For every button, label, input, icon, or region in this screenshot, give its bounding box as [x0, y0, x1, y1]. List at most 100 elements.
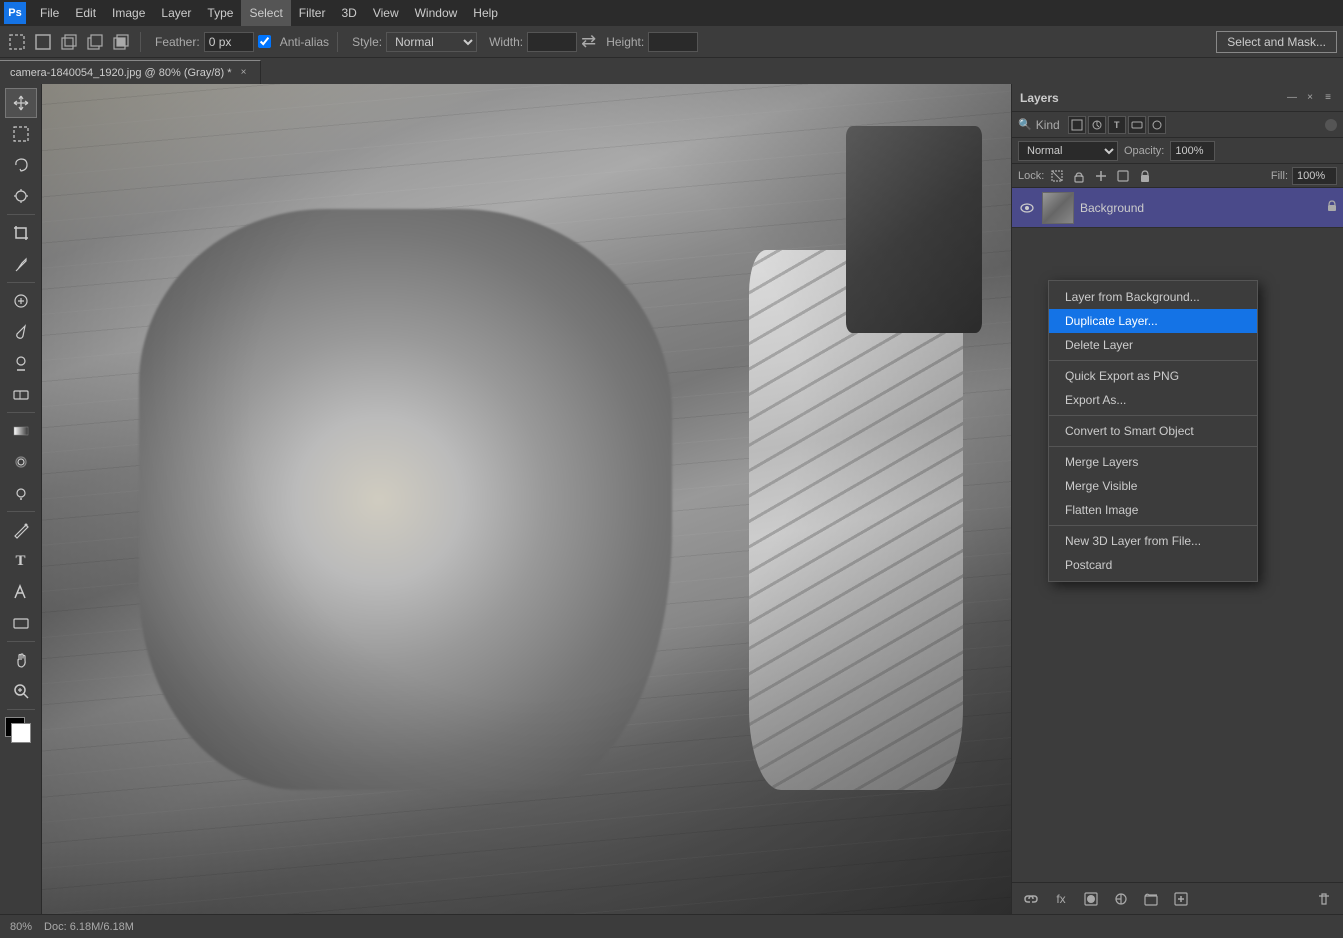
ctx-merge-layers[interactable]: Merge Layers: [1049, 450, 1257, 474]
lock-all-btn[interactable]: [1136, 167, 1154, 185]
layers-panel-title: Layers: [1020, 91, 1059, 105]
marquee-rect-option[interactable]: [32, 31, 54, 53]
menu-edit[interactable]: Edit: [67, 0, 104, 26]
tool-marquee-rect[interactable]: [5, 119, 37, 149]
layers-mode-row: Normal Multiply Screen Overlay Opacity:: [1012, 138, 1343, 164]
ctx-new-3d-layer[interactable]: New 3D Layer from File...: [1049, 529, 1257, 553]
opacity-label: Opacity:: [1124, 145, 1164, 157]
tool-gradient[interactable]: [5, 416, 37, 446]
layer-lock-icon: [1327, 200, 1337, 215]
tool-brush[interactable]: [5, 317, 37, 347]
select-and-mask-button[interactable]: Select and Mask...: [1216, 31, 1337, 53]
ctx-export-as[interactable]: Export As...: [1049, 388, 1257, 412]
menu-image[interactable]: Image: [104, 0, 153, 26]
blend-mode-select[interactable]: Normal Multiply Screen Overlay: [1018, 141, 1118, 161]
filter-pixel-btn[interactable]: [1068, 116, 1086, 134]
height-input[interactable]: [648, 32, 698, 52]
tool-spot-heal[interactable]: [5, 286, 37, 316]
menu-select[interactable]: Select: [241, 0, 290, 26]
layer-visibility-toggle[interactable]: [1018, 199, 1036, 217]
filter-type-btn[interactable]: T: [1108, 116, 1126, 134]
marquee-intersect-option[interactable]: [110, 31, 132, 53]
height-label: Height:: [606, 35, 644, 49]
ctx-quick-export[interactable]: Quick Export as PNG: [1049, 364, 1257, 388]
layer-effects-btn[interactable]: fx: [1050, 888, 1072, 910]
menu-view[interactable]: View: [365, 0, 407, 26]
marquee-subtract-option[interactable]: [84, 31, 106, 53]
layer-new-btn[interactable]: [1170, 888, 1192, 910]
tool-sep-2: [7, 282, 35, 283]
panel-menu-btn[interactable]: ≡: [1321, 91, 1335, 105]
layer-adjustment-btn[interactable]: [1110, 888, 1132, 910]
tool-dodge[interactable]: [5, 478, 37, 508]
marquee-add-option[interactable]: [58, 31, 80, 53]
canvas-image: [42, 84, 1011, 914]
layer-delete-btn[interactable]: [1313, 888, 1335, 910]
tool-move[interactable]: [5, 88, 37, 118]
menu-layer[interactable]: Layer: [153, 0, 199, 26]
tool-eraser[interactable]: [5, 379, 37, 409]
tool-blur[interactable]: [5, 447, 37, 477]
tool-magic-wand[interactable]: [5, 181, 37, 211]
layer-mask-btn[interactable]: [1080, 888, 1102, 910]
tool-path-select[interactable]: [5, 577, 37, 607]
lock-image-btn[interactable]: [1070, 167, 1088, 185]
layer-name: Background: [1080, 201, 1321, 215]
layer-thumbnail: [1042, 192, 1074, 224]
lock-transparent-btn[interactable]: [1048, 167, 1066, 185]
color-swatches[interactable]: [5, 717, 37, 745]
layer-item-background[interactable]: Background: [1012, 188, 1343, 228]
layers-lock-row: Lock: Fill:: [1012, 164, 1343, 188]
ctx-convert-smart-object[interactable]: Convert to Smart Object: [1049, 419, 1257, 443]
tool-type[interactable]: T: [5, 546, 37, 576]
swap-dimensions-icon[interactable]: ⇄: [581, 31, 596, 52]
ctx-flatten-image[interactable]: Flatten Image: [1049, 498, 1257, 522]
menu-3d[interactable]: 3D: [333, 0, 364, 26]
layer-link-btn[interactable]: [1020, 888, 1042, 910]
tool-sep-5: [7, 641, 35, 642]
ctx-postcard[interactable]: Postcard: [1049, 553, 1257, 577]
ctx-delete-layer[interactable]: Delete Layer: [1049, 333, 1257, 357]
background-swatch[interactable]: [11, 723, 31, 743]
lock-label: Lock:: [1018, 170, 1044, 182]
menu-file[interactable]: File: [32, 0, 67, 26]
tool-clone[interactable]: [5, 348, 37, 378]
filter-smart-btn[interactable]: [1148, 116, 1166, 134]
status-bar: 80% Doc: 6.18M/6.18M: [0, 914, 1343, 938]
tool-crop[interactable]: [5, 218, 37, 248]
lock-artboard-btn[interactable]: [1114, 167, 1132, 185]
anti-alias-checkbox[interactable]: [258, 35, 271, 48]
tool-hand[interactable]: [5, 645, 37, 675]
tool-lasso[interactable]: [5, 150, 37, 180]
filter-shape-btn[interactable]: [1128, 116, 1146, 134]
document-tab[interactable]: camera-1840054_1920.jpg @ 80% (Gray/8) *…: [0, 60, 261, 84]
menu-type[interactable]: Type: [199, 0, 241, 26]
opacity-input[interactable]: [1170, 141, 1215, 161]
panel-minimize-btn[interactable]: —: [1285, 91, 1299, 105]
tool-zoom[interactable]: [5, 676, 37, 706]
document-tab-close[interactable]: ×: [238, 67, 250, 79]
width-input[interactable]: [527, 32, 577, 52]
layer-group-btn[interactable]: [1140, 888, 1162, 910]
tool-eyedropper[interactable]: [5, 249, 37, 279]
tool-shape[interactable]: [5, 608, 37, 638]
filter-toggle[interactable]: [1325, 119, 1337, 131]
separator-1: [140, 32, 141, 52]
layer-search-icon[interactable]: 🔍: [1018, 118, 1032, 131]
ctx-layer-from-bg[interactable]: Layer from Background...: [1049, 285, 1257, 309]
style-select[interactable]: Normal Fixed Ratio Fixed Size: [386, 32, 477, 52]
menu-help[interactable]: Help: [465, 0, 506, 26]
lock-position-btn[interactable]: [1092, 167, 1110, 185]
ctx-merge-visible[interactable]: Merge Visible: [1049, 474, 1257, 498]
status-doc-info: Doc: 6.18M/6.18M: [44, 921, 134, 933]
fill-input[interactable]: [1292, 167, 1337, 185]
menu-filter[interactable]: Filter: [291, 0, 334, 26]
filter-adjustments-btn[interactable]: [1088, 116, 1106, 134]
menu-window[interactable]: Window: [407, 0, 466, 26]
tool-pen[interactable]: [5, 515, 37, 545]
ctx-duplicate-layer[interactable]: Duplicate Layer...: [1049, 309, 1257, 333]
panel-close-btn[interactable]: ×: [1303, 91, 1317, 105]
separator-2: [337, 32, 338, 52]
feather-input[interactable]: [204, 32, 254, 52]
layers-kind-label: Kind: [1036, 118, 1060, 132]
